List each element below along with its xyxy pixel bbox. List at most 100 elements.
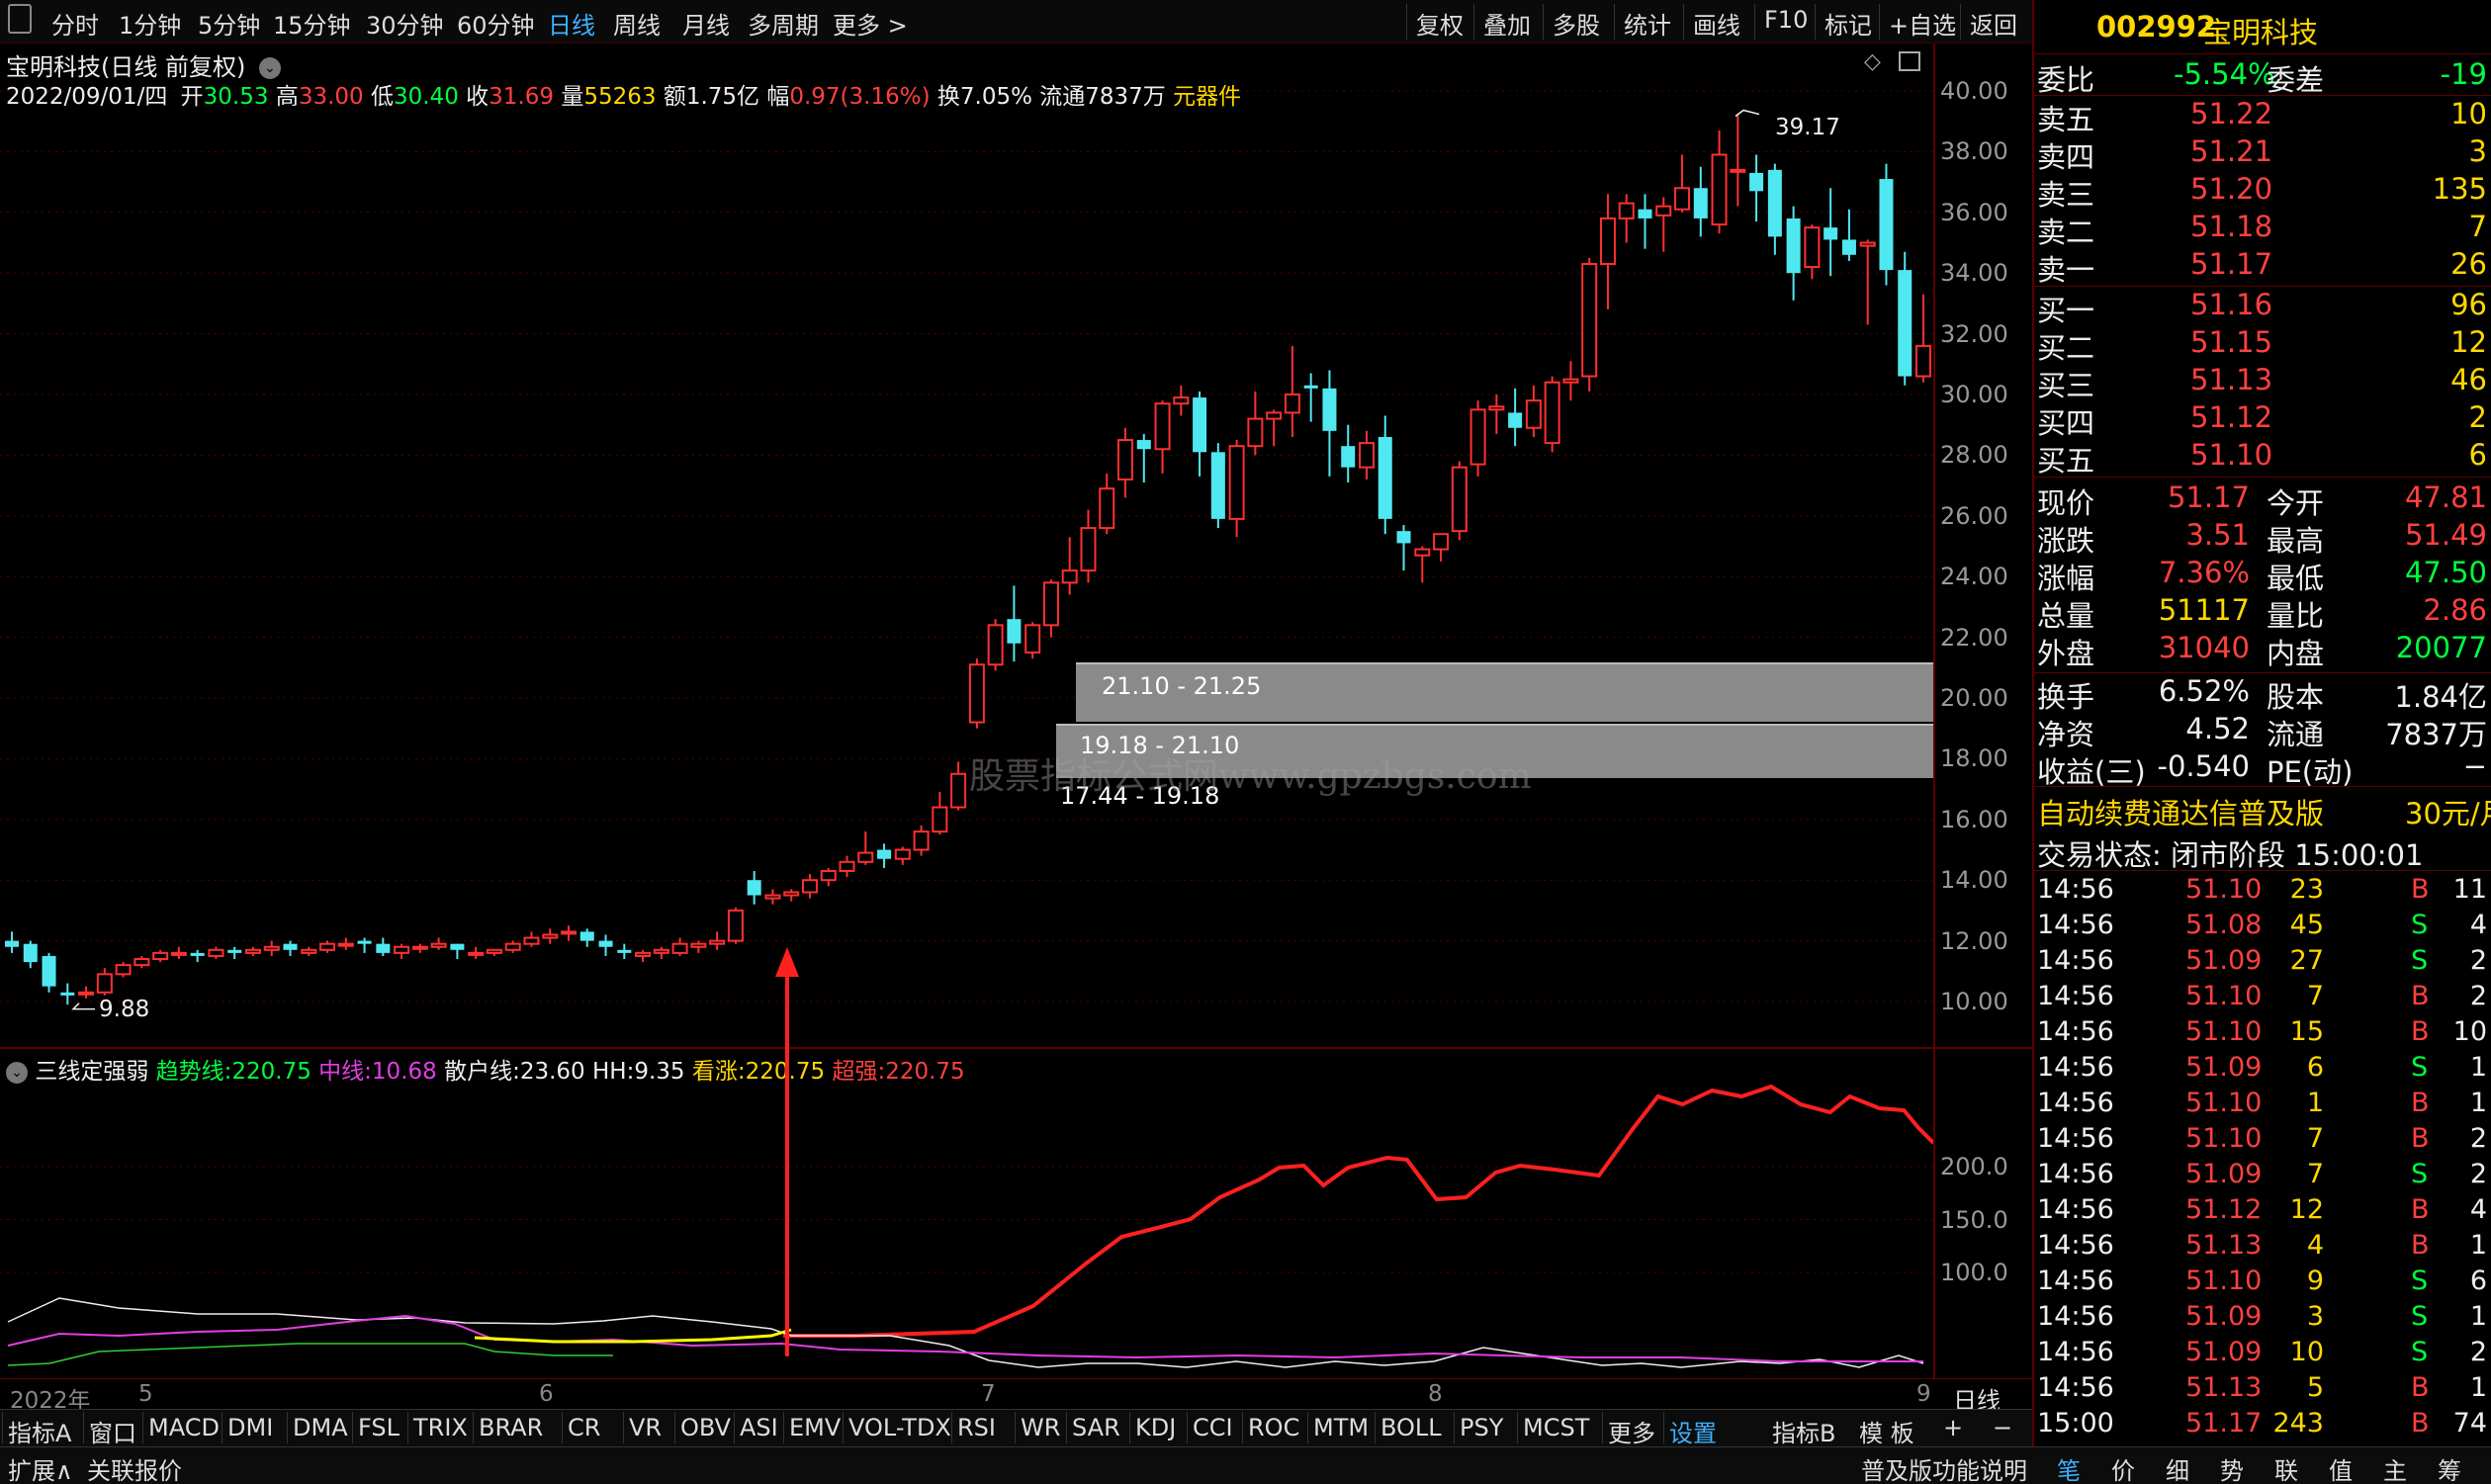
indicator-tab-13[interactable]: VOL-TDX [848, 1414, 951, 1441]
period-tab-6[interactable]: 日线 [548, 6, 595, 41]
toolbar-action-4[interactable]: 画线 [1693, 6, 1740, 41]
toolbar-action-6[interactable]: 标记 [1824, 6, 1872, 41]
period-tab-2[interactable]: 5分钟 [198, 6, 260, 41]
indicator-tab-22[interactable]: PSY [1460, 1414, 1503, 1441]
help-link[interactable]: 普及版功能说明 [1861, 1451, 2027, 1484]
bottom-right-tab-0[interactable]: 指标B [1772, 1414, 1835, 1448]
toolbar-action-2[interactable]: 多股 [1553, 6, 1600, 41]
toolbar-action-0[interactable]: 复权 [1416, 6, 1464, 41]
bottom-right-tab-2[interactable]: + [1943, 1414, 1963, 1441]
candle [1451, 461, 1468, 541]
toolbar-action-1[interactable]: 叠加 [1483, 6, 1531, 41]
indicator-tab-7[interactable]: BRAR [479, 1414, 543, 1441]
candle [783, 889, 800, 902]
candle-body [709, 939, 726, 945]
indicator-tab-3[interactable]: DMI [227, 1414, 273, 1441]
candle-body [1749, 172, 1764, 192]
price-tick-label: 36.00 [1940, 198, 2008, 226]
chevron-down-icon[interactable]: ⌄ [259, 57, 281, 79]
toolbar-action-3[interactable]: 统计 [1624, 6, 1671, 41]
promo-row[interactable]: 自动续费通达信普及版 30元/月 [2037, 791, 2491, 832]
candle [839, 855, 855, 878]
bottom-right-tab-3[interactable]: − [1993, 1414, 2012, 1441]
indicator-tab-14[interactable]: RSI [957, 1414, 996, 1441]
period-tab-1[interactable]: 1分钟 [119, 6, 181, 41]
related-quotes-button[interactable]: 关联报价 [87, 1451, 182, 1484]
toolbar-action-8[interactable]: 返回 [1970, 6, 2017, 41]
indicator-tab-8[interactable]: CR [568, 1414, 600, 1441]
quote-stat-row: 现价 51.17 今开 47.81 [2037, 480, 2487, 520]
period-tab-0[interactable]: 分时 [51, 6, 99, 41]
candle [5, 931, 19, 953]
promo-text[interactable]: 自动续费通达信普及版 [2037, 791, 2324, 832]
candle-body [1303, 385, 1318, 389]
candle [671, 937, 688, 956]
indicator-tab-9[interactable]: VR [629, 1414, 662, 1441]
tab-separator [2, 1412, 3, 1443]
period-tab-10[interactable]: 更多 > [833, 6, 908, 41]
indicator-tab-12[interactable]: EMV [789, 1414, 841, 1441]
trade-status: 交易状态: 闭市阶段 15:00:01 [2037, 838, 2424, 872]
indicator-tick-label: 150.0 [1940, 1205, 2008, 1234]
indicator-tab-1[interactable]: 窗口 [89, 1414, 136, 1448]
indicator-tab-20[interactable]: MTM [1313, 1414, 1369, 1441]
panel-toggle-icon[interactable] [8, 4, 32, 34]
candle [1693, 166, 1708, 237]
indicator-tab-24[interactable]: 更多 [1608, 1414, 1655, 1448]
period-tab-3[interactable]: 15分钟 [273, 6, 351, 41]
indicator-tab-15[interactable]: WR [1021, 1414, 1060, 1441]
candle-body [1341, 446, 1356, 468]
bottom-right-tab-1[interactable]: 模 板 [1859, 1414, 1914, 1448]
period-tab-8[interactable]: 月线 [682, 6, 730, 41]
indicator-tab-6[interactable]: TRIX [413, 1414, 468, 1441]
candlestick-chart[interactable] [0, 44, 1933, 1047]
indicator-tab-17[interactable]: KDJ [1135, 1414, 1176, 1441]
indicator-tab-23[interactable]: MCST [1523, 1414, 1589, 1441]
candle-body [690, 942, 707, 948]
quote-tab-5[interactable]: 值 [2329, 1451, 2353, 1484]
quote-tab-4[interactable]: 联 [2274, 1451, 2298, 1484]
quote-tab-3[interactable]: 势 [2220, 1451, 2244, 1484]
expand-button[interactable]: 扩展∧ [8, 1451, 73, 1484]
toolbar-action-5[interactable]: F10 [1764, 6, 1808, 34]
indicator-tab-5[interactable]: FSL [358, 1414, 400, 1441]
window-icon[interactable] [1899, 51, 1920, 71]
quote-stat2-row: 收益(三) -0.540 PE(动) − [2037, 749, 2487, 789]
quote-tab-6[interactable]: 主 [2383, 1451, 2407, 1484]
candle-body [635, 951, 652, 957]
candle-body [1859, 241, 1876, 247]
period-tab-5[interactable]: 60分钟 [457, 6, 535, 41]
indicator-tab-10[interactable]: OBV [680, 1414, 731, 1441]
indicator-tab-0[interactable]: 指标A [8, 1414, 71, 1448]
tab-separator [1454, 1412, 1455, 1443]
candle-body [857, 851, 874, 863]
indicator-tab-2[interactable]: MACD [148, 1414, 220, 1441]
period-tab-4[interactable]: 30分钟 [366, 6, 444, 41]
period-tab-7[interactable]: 周线 [613, 6, 661, 41]
candle-body [486, 948, 502, 954]
indicator-tab-16[interactable]: SAR [1072, 1414, 1120, 1441]
candle-body [747, 880, 761, 896]
candle-body [579, 931, 594, 941]
quote-tab-1[interactable]: 价 [2111, 1451, 2135, 1484]
candle [1266, 409, 1283, 447]
indicator-tab-25[interactable]: 设置 [1669, 1414, 1717, 1448]
bullish-line [474, 1328, 792, 1344]
quote-tab-7[interactable]: 筹 [2438, 1451, 2461, 1484]
candle [1859, 239, 1876, 325]
price-tick-label: 16.00 [1940, 805, 2008, 833]
diamond-icon[interactable]: ◇ [1864, 49, 1881, 74]
indicator-tab-21[interactable]: BOLL [1380, 1414, 1442, 1441]
indicator-chart[interactable] [0, 1049, 1933, 1378]
period-tab-9[interactable]: 多周期 [748, 6, 819, 41]
indicator-tab-11[interactable]: ASI [740, 1414, 778, 1441]
toolbar-action-7[interactable]: +自选 [1889, 6, 1956, 41]
candle [1638, 194, 1652, 249]
indicator-tab-18[interactable]: CCI [1193, 1414, 1233, 1441]
candle-body [1562, 378, 1579, 384]
indicator-tab-19[interactable]: ROC [1248, 1414, 1299, 1441]
quote-tab-0[interactable]: 笔 [2057, 1451, 2081, 1484]
high-pointer [1735, 109, 1760, 118]
quote-tab-2[interactable]: 细 [2166, 1451, 2189, 1484]
indicator-tab-4[interactable]: DMA [293, 1414, 348, 1441]
